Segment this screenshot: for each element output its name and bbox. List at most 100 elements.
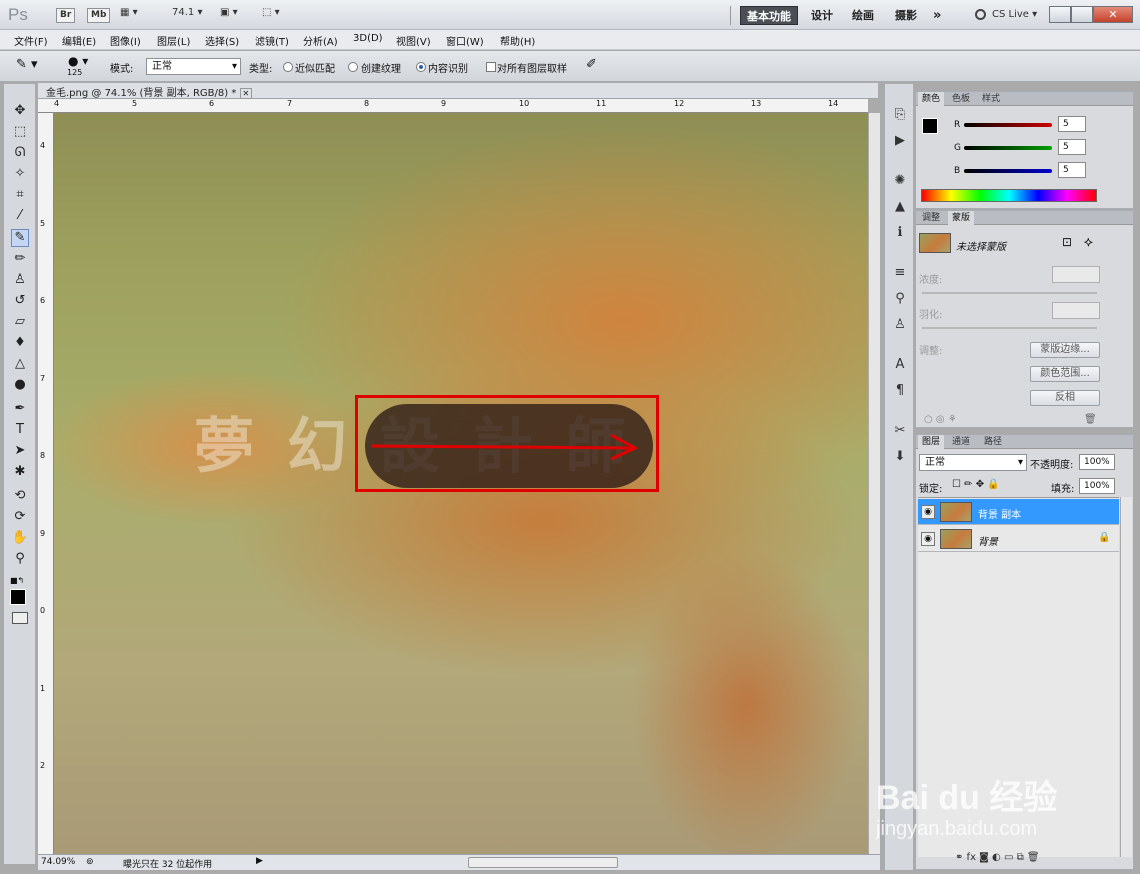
marquee-tool-icon[interactable]: ⬚ (11, 123, 29, 141)
sample-all-layers-checkbox[interactable] (486, 62, 496, 72)
tab-channels[interactable]: 通道 (948, 435, 974, 449)
workspace-photography[interactable]: 摄影 (889, 6, 923, 25)
cslive-dropdown[interactable]: CS Live ▾ (992, 9, 1037, 20)
workspace-painting[interactable]: 绘画 (846, 6, 880, 25)
lock-icons[interactable]: ☐ ✏ ✥ 🔒 (952, 479, 1000, 490)
layer-name[interactable]: 背景 副本 (978, 506, 1021, 521)
feather-input[interactable] (1052, 302, 1100, 319)
menu-filter[interactable]: 滤镜(T) (255, 33, 289, 48)
tab-color[interactable]: 颜色 (918, 92, 945, 106)
vector-mask-icon[interactable]: ⯎ (1084, 235, 1093, 250)
hand-tool-icon[interactable]: ✋ (11, 529, 29, 547)
menu-view[interactable]: 视图(V) (396, 33, 431, 48)
visibility-eye-icon[interactable]: ◉ (921, 532, 935, 546)
quick-mask-icon[interactable] (12, 612, 28, 624)
more-workspaces-button[interactable]: » (927, 6, 947, 25)
menu-layer[interactable]: 图层(L) (157, 33, 190, 48)
close-tab-icon[interactable]: ✕ (239, 88, 253, 99)
bridge-button[interactable]: Br (56, 8, 76, 23)
layer-name[interactable]: 背景 (978, 533, 998, 548)
color-spectrum-ramp[interactable] (921, 189, 1097, 202)
feather-slider[interactable] (922, 327, 1097, 329)
3d-orbit-tool-icon[interactable]: ⟳ (11, 508, 29, 526)
pressure-size-icon[interactable]: ✐ (586, 57, 597, 72)
shape-tool-icon[interactable]: ✱ (11, 463, 29, 481)
dodge-tool-icon[interactable]: ● (11, 376, 29, 394)
radio-content-aware[interactable] (416, 62, 426, 72)
3d-rotate-tool-icon[interactable]: ⟲ (11, 487, 29, 505)
maximize-button[interactable] (1071, 6, 1093, 23)
brush-tool-icon[interactable]: ✏ (11, 250, 29, 268)
horizontal-scrollbar-thumb[interactable] (468, 857, 618, 868)
zoom-tool-icon[interactable]: ⚲ (11, 550, 29, 568)
character-panel-icon[interactable]: A (891, 356, 909, 374)
radio-create-texture[interactable] (348, 62, 358, 72)
zoom-status[interactable]: 74.09% (41, 857, 75, 867)
foreground-color-chip[interactable] (922, 118, 938, 134)
menu-analysis[interactable]: 分析(A) (303, 33, 338, 48)
brush-presets-icon[interactable]: ⚲ (891, 290, 909, 308)
tool-presets-icon[interactable]: ✂ (891, 422, 909, 440)
menu-window[interactable]: 窗口(W) (446, 33, 484, 48)
status-menu-arrow-icon[interactable]: ▶ (256, 856, 263, 866)
swap-colors-icon[interactable]: ■↰ (10, 576, 24, 585)
menu-edit[interactable]: 编辑(E) (62, 33, 96, 48)
mini-bridge-button[interactable]: Mb (87, 8, 111, 23)
green-slider[interactable] (964, 146, 1052, 150)
workspace-essentials[interactable]: 基本功能 (740, 6, 798, 25)
clone-stamp-tool-icon[interactable]: ♙ (11, 271, 29, 289)
brush-panel-icon[interactable]: ≡ (891, 264, 909, 282)
mask-edge-button[interactable]: 蒙版边缘... (1030, 342, 1100, 358)
foreground-color-swatch[interactable] (10, 589, 26, 605)
menu-3d[interactable]: 3D(D) (353, 33, 383, 44)
pixel-mask-icon[interactable]: ⊡ (1062, 235, 1072, 249)
zoom-level-dropdown[interactable]: 74.1 ▾ (172, 7, 202, 18)
quick-selection-tool-icon[interactable]: ✧ (11, 165, 29, 183)
blue-slider[interactable] (964, 169, 1052, 173)
paragraph-panel-icon[interactable]: ¶ (891, 382, 909, 400)
blue-value[interactable]: 5 (1058, 162, 1086, 178)
3d-panel-icon[interactable]: ⬇ (891, 448, 909, 466)
layers-footer-icons[interactable]: ⚭ fx ◙ ◐ ▭ ⧉ 🗑 (955, 852, 1040, 863)
layers-scrollbar[interactable] (1120, 497, 1132, 857)
path-selection-tool-icon[interactable]: ➤ (11, 442, 29, 460)
menu-select[interactable]: 选择(S) (205, 33, 239, 48)
tab-styles[interactable]: 样式 (978, 92, 1004, 106)
invert-button[interactable]: 反相 (1030, 390, 1100, 406)
close-button[interactable]: ✕ (1093, 6, 1133, 23)
mask-footer-icons[interactable]: ○ ◎ ⚘ (924, 414, 957, 425)
red-value[interactable]: 5 (1058, 116, 1086, 132)
screen-mode-icon[interactable]: ⬚ ▾ (262, 7, 280, 18)
document-tab[interactable]: 金毛.png @ 74.1% (背景 副本, RGB/8) * ✕ (46, 84, 253, 99)
navigator-panel-icon[interactable]: ✺ (891, 172, 909, 190)
delete-mask-icon[interactable]: 🗑 (1084, 414, 1097, 425)
tab-adjustments[interactable]: 调整 (918, 211, 944, 225)
density-slider[interactable] (922, 292, 1097, 294)
mode-dropdown[interactable]: 正常 ▾ (146, 58, 241, 75)
histogram-panel-icon[interactable]: ▲ (891, 198, 909, 216)
lasso-tool-icon[interactable]: ᘏ (11, 144, 29, 162)
visibility-eye-icon[interactable]: ◉ (921, 505, 935, 519)
spot-healing-brush-tool-icon[interactable]: ✎ (11, 229, 29, 247)
green-value[interactable]: 5 (1058, 139, 1086, 155)
paint-bucket-tool-icon[interactable]: ♦ (11, 334, 29, 352)
layer-row-background[interactable]: ◉ 背景 🔒 (918, 526, 1119, 552)
eyedropper-tool-icon[interactable]: ⁄ (11, 207, 29, 225)
arrange-documents-icon[interactable]: ▣ ▾ (220, 7, 238, 18)
brush-preset-picker[interactable]: ● ▾ (68, 54, 88, 68)
menu-help[interactable]: 帮助(H) (500, 33, 535, 48)
blur-tool-icon[interactable]: △ (11, 355, 29, 373)
move-tool-icon[interactable]: ✥ (11, 102, 29, 120)
opacity-value[interactable]: 100% (1079, 454, 1115, 470)
menu-image[interactable]: 图像(I) (110, 33, 141, 48)
red-slider[interactable] (964, 123, 1052, 127)
color-range-button[interactable]: 颜色范围... (1030, 366, 1100, 382)
blend-mode-dropdown[interactable]: 正常 ▾ (919, 454, 1027, 471)
minimize-button[interactable] (1049, 6, 1071, 23)
tab-layers[interactable]: 图层 (918, 435, 945, 449)
tab-masks[interactable]: 蒙版 (948, 211, 975, 225)
tab-paths[interactable]: 路径 (980, 435, 1006, 449)
vertical-scrollbar[interactable] (868, 113, 880, 854)
fill-value[interactable]: 100% (1079, 478, 1115, 494)
type-tool-icon[interactable]: T (11, 421, 29, 439)
